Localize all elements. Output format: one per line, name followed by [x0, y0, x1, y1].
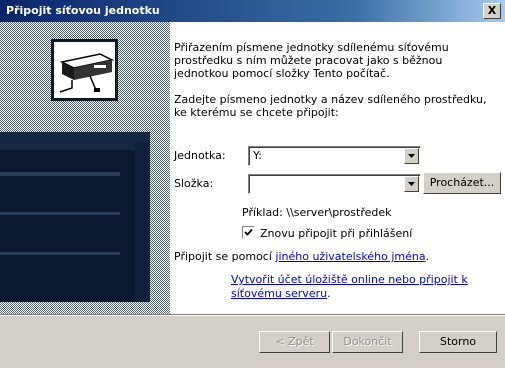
- back-button[interactable]: < Zpět: [259, 331, 330, 353]
- online-storage-suffix: .: [327, 287, 331, 300]
- connect-as-line: Připojit se pomocí jiného uživatelského …: [174, 250, 429, 263]
- reconnect-label[interactable]: Znovu připojit při přihlášení: [260, 227, 412, 240]
- folder-dropdown-button[interactable]: [404, 176, 419, 192]
- cancel-button[interactable]: Storno: [419, 331, 497, 353]
- folder-input[interactable]: [248, 174, 421, 194]
- connect-suffix: .: [425, 250, 430, 263]
- folder-label: Složka:: [174, 177, 214, 190]
- browse-button[interactable]: Procházet...: [423, 172, 501, 194]
- intro-text: Přiřazením písmene jednotky sdílenému sí…: [174, 41, 449, 80]
- online-storage-line2: síťovému serveru.: [231, 287, 331, 300]
- window-title: Připojit síťovou jednotku: [6, 4, 160, 17]
- checkmark-icon: [244, 228, 253, 236]
- finish-button[interactable]: Dokončit: [332, 331, 403, 353]
- close-icon: X: [487, 4, 497, 17]
- button-bar: < Zpět Dokončit Storno: [0, 314, 505, 368]
- title-bar: Připojit síťovou jednotku X: [0, 0, 505, 22]
- example-text: Příklad: \\server\prostředek: [242, 206, 392, 219]
- online-storage-link-line1[interactable]: Vytvořit účet úložiště online nebo připo…: [231, 273, 468, 286]
- drive-value: Y:: [253, 149, 262, 162]
- drive-dropdown-button[interactable]: [404, 148, 419, 164]
- online-storage-link-line2[interactable]: síťovému serveru: [231, 287, 327, 300]
- chevron-down-icon: [408, 154, 415, 158]
- drive-label: Jednotka:: [174, 149, 226, 162]
- connect-prefix: Připojit se pomocí: [174, 250, 276, 263]
- network-drive-illustration: [0, 22, 170, 314]
- other-user-link[interactable]: jiného uživatelského jména: [275, 250, 425, 263]
- wizard-watermark-image: [0, 22, 170, 314]
- wizard-content: Přiřazením písmene jednotky sdílenému sí…: [172, 22, 505, 314]
- chevron-down-icon: [408, 182, 415, 186]
- instruction-text: Zadejte písmeno jednotky a název sdílené…: [174, 93, 487, 119]
- drive-select[interactable]: Y:: [248, 146, 421, 166]
- reconnect-checkbox[interactable]: [242, 226, 255, 239]
- close-button[interactable]: X: [483, 3, 501, 19]
